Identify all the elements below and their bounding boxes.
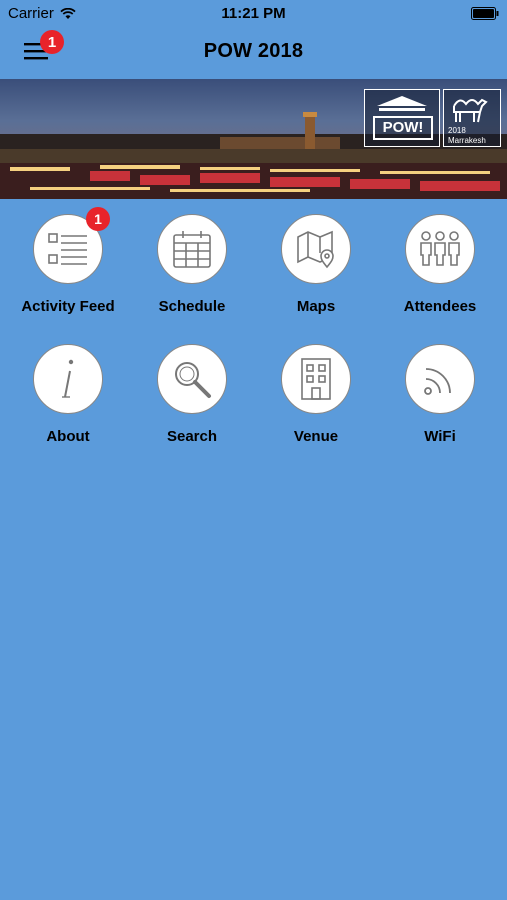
tile-activity-feed[interactable]: 1 Activity Feed <box>6 207 130 315</box>
pow-logo: POW! <box>364 89 440 147</box>
search-circle <box>157 344 227 414</box>
battery-icon <box>471 7 499 20</box>
info-icon <box>62 359 74 398</box>
navigation-bar: 1 POW 2018 <box>0 28 507 78</box>
banner-image: POW! 2018 Marrakesh <box>0 79 507 199</box>
tile-label: Maps <box>296 298 336 315</box>
building-roof-icon <box>377 96 427 111</box>
logo-year: 2018 <box>448 126 466 135</box>
tile-label: Search <box>166 428 218 445</box>
people-icon <box>420 231 460 266</box>
activity-feed-badge: 1 <box>86 207 110 231</box>
tile-schedule[interactable]: Schedule <box>130 214 254 315</box>
attendees-circle <box>405 214 475 284</box>
page-title: POW 2018 <box>203 40 304 62</box>
logo-city: Marrakesh <box>448 136 486 145</box>
tile-attendees[interactable]: Attendees <box>378 214 502 315</box>
venue-circle <box>281 344 351 414</box>
camel-icon <box>453 98 488 123</box>
tile-search[interactable]: Search <box>130 344 254 445</box>
search-icon <box>175 362 211 398</box>
pow-logo-text: POW! <box>373 116 433 140</box>
schedule-circle <box>157 214 227 284</box>
tile-maps[interactable]: Maps <box>254 214 378 315</box>
tile-label: Activity Feed <box>21 298 115 315</box>
list-icon <box>48 233 87 265</box>
maps-circle <box>281 214 351 284</box>
wifi-icon <box>424 368 451 395</box>
marrakesh-logo: 2018 Marrakesh <box>443 89 501 147</box>
status-bar: Carrier 11:21 PM <box>0 0 507 28</box>
building-icon <box>301 358 331 400</box>
tile-wifi[interactable]: WiFi <box>378 344 502 445</box>
wifi-circle <box>405 344 475 414</box>
tile-venue[interactable]: Venue <box>254 344 378 445</box>
tile-label: Attendees <box>403 298 477 315</box>
activity-feed-circle: 1 <box>33 207 110 284</box>
about-circle <box>33 344 103 414</box>
calendar-icon <box>173 231 211 268</box>
tile-label: WiFi <box>424 428 456 445</box>
tile-about[interactable]: About <box>6 344 130 445</box>
tile-label: About <box>46 428 90 445</box>
clock: 11:21 PM <box>221 5 286 22</box>
map-icon <box>297 230 334 269</box>
tile-label: Venue <box>293 428 339 445</box>
tile-label: Schedule <box>158 298 226 315</box>
